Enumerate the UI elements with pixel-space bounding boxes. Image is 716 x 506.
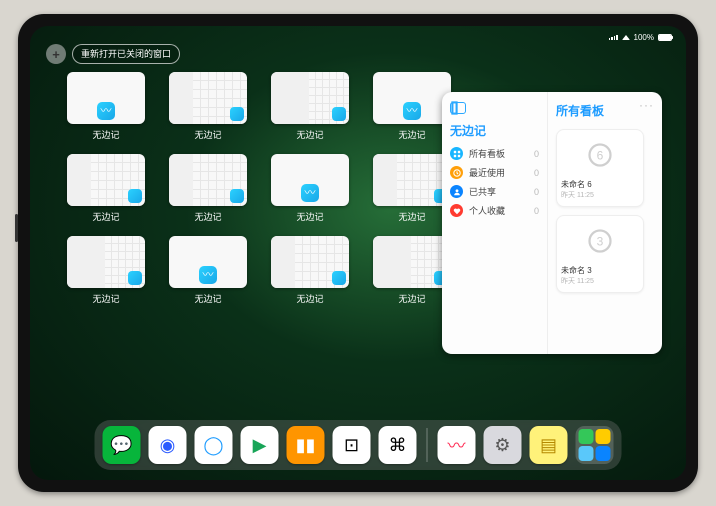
people-icon [450,185,463,198]
sidebar-title: 无边记 [450,122,539,139]
sidebar-item-label: 最近使用 [469,166,505,179]
heart-icon [450,204,463,217]
svg-text:3: 3 [597,235,604,249]
sidebar-item-label: 个人收藏 [469,204,505,217]
thumb-label: 无边记 [92,292,119,305]
wifi-icon [622,35,630,40]
clock-icon [450,166,463,179]
window-thumb[interactable]: 无边记 [62,236,150,312]
battery-pct: 100% [634,33,654,42]
thumb-label: 无边记 [296,128,323,141]
new-window-button[interactable]: + [46,44,66,64]
sidebar-item-count: 0 [534,206,539,216]
dock-app-settings[interactable]: ⚙︎ [484,426,522,464]
window-thumb[interactable]: 无边记 [164,154,252,230]
thumb-label: 无边记 [398,128,425,141]
more-icon[interactable]: ··· [639,98,654,112]
sidebar-item-count: 0 [534,187,539,197]
dock-separator [427,428,428,462]
thumb-preview [373,154,451,206]
dock-app-notes[interactable]: ▤ [530,426,568,464]
thumb-label: 无边记 [194,292,221,305]
dock-app-play[interactable]: ▶ [241,426,279,464]
thumb-preview [169,72,247,124]
thumb-label: 无边记 [92,128,119,141]
thumb-label: 无边记 [194,128,221,141]
thumb-label: 无边记 [296,292,323,305]
sidebar-item[interactable]: 个人收藏 0 [450,204,539,217]
thumb-preview [271,154,349,206]
window-thumb[interactable]: 无边记 [164,72,252,148]
board-subtitle: 昨天 11:25 [561,190,639,200]
board-card[interactable]: 3 未命名 3昨天 11:25 [556,215,644,293]
window-thumb[interactable]: 无边记 [62,72,150,148]
window-thumb[interactable]: 无边记 [266,236,354,312]
thumb-preview [373,236,451,288]
sidebar-item[interactable]: 已共享 0 [450,185,539,198]
power-button[interactable] [15,214,18,242]
dock: 💬◉◯▶▮▮⊡⌘ 〰⚙︎▤ [95,420,622,470]
dock-app-books[interactable]: ▮▮ [287,426,325,464]
thumb-label: 无边记 [398,210,425,223]
grid-icon [450,147,463,160]
dock-app-dice[interactable]: ⊡ [333,426,371,464]
thumb-preview [67,236,145,288]
board-title: 未命名 6 [561,179,639,190]
screen: 100% + 重新打开已关闭的窗口 无边记无边记无边记无边记无边记无边记无边记无… [30,26,686,480]
thumb-preview [271,236,349,288]
window-thumb[interactable]: 无边记 [62,154,150,230]
thumb-preview [169,236,247,288]
thumb-label: 无边记 [92,210,119,223]
dock-app-nodes[interactable]: ⌘ [379,426,417,464]
window-thumb[interactable]: 无边记 [266,154,354,230]
window-thumb[interactable]: 无边记 [164,236,252,312]
boards-pane: ··· 所有看板 6未命名 6昨天 11:253未命名 3昨天 11:25 [548,92,662,354]
thumb-label: 无边记 [194,210,221,223]
sidebar-item-label: 已共享 [469,185,496,198]
cell-signal-icon [609,35,618,40]
thumb-preview [67,154,145,206]
dock-app-library[interactable] [576,426,614,464]
freeform-main-window[interactable]: 无边记 所有看板0最近使用0已共享0个人收藏0 ··· 所有看板 6未命名 6昨… [442,92,662,354]
thumb-preview [373,72,451,124]
ipad-frame: 100% + 重新打开已关闭的窗口 无边记无边记无边记无边记无边记无边记无边记无… [18,14,698,492]
window-grid: 无边记无边记无边记无边记无边记无边记无边记无边记无边记无边记无边记无边记 [62,72,456,312]
board-card[interactable]: 6 未命名 6昨天 11:25 [556,129,644,207]
sidebar-item[interactable]: 最近使用 0 [450,166,539,179]
thumb-label: 无边记 [398,292,425,305]
thumb-preview [67,72,145,124]
board-preview: 3 [561,220,639,262]
thumb-label: 无边记 [296,210,323,223]
board-subtitle: 昨天 11:25 [561,276,639,286]
sidebar-toggle-icon[interactable] [450,102,466,114]
sidebar-item[interactable]: 所有看板 0 [450,147,539,160]
svg-text:6: 6 [597,149,604,163]
dock-app-wechat[interactable]: 💬 [103,426,141,464]
board-title: 未命名 3 [561,265,639,276]
sidebar-item-label: 所有看板 [469,147,505,160]
sidebar: 无边记 所有看板 0 最近使用 0 已共享 0 个人收藏 0 [442,92,548,354]
dock-app-browser-hd[interactable]: ◉ [149,426,187,464]
window-thumb[interactable]: 无边记 [266,72,354,148]
dock-app-freeform[interactable]: 〰 [438,426,476,464]
sidebar-item-count: 0 [534,149,539,159]
sidebar-item-count: 0 [534,168,539,178]
dock-app-browser-q[interactable]: ◯ [195,426,233,464]
thumb-preview [271,72,349,124]
battery-icon [658,34,672,41]
reopen-closed-window-button[interactable]: 重新打开已关闭的窗口 [72,44,180,64]
thumb-preview [169,154,247,206]
board-preview: 6 [561,134,639,176]
status-bar: 100% [30,30,686,44]
